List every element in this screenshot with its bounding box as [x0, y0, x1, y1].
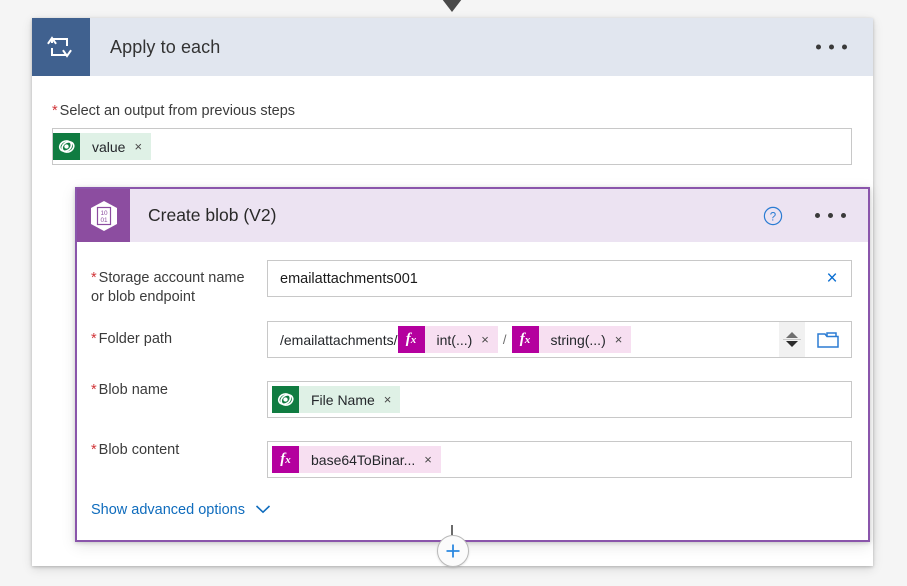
office365-outlook-icon — [53, 133, 80, 160]
function-icon: fx — [397, 326, 425, 353]
create-blob-card: 10 01 Create blob (V2) ? * Storage accou… — [75, 187, 870, 542]
function-icon: fx — [511, 326, 539, 353]
folder-path-label: * Folder path — [91, 331, 173, 347]
down-arrow-icon — [436, 0, 468, 14]
close-icon[interactable]: × — [481, 333, 489, 346]
loop-repeat-icon — [32, 18, 90, 76]
help-circle-icon[interactable]: ? — [763, 206, 783, 226]
azure-blob-storage-icon: 10 01 — [77, 189, 130, 242]
required-marker: * — [91, 442, 97, 458]
folder-icon[interactable] — [805, 322, 851, 357]
close-icon[interactable]: × — [134, 140, 142, 153]
flow-designer-canvas: Apply to each * Select an output from pre… — [0, 0, 907, 586]
token-label: File Name — [311, 391, 375, 408]
ellipsis-icon — [842, 44, 847, 50]
blob-name-box[interactable]: File Name × — [267, 381, 852, 418]
connector-stem — [451, 525, 453, 535]
add-step-button[interactable] — [437, 535, 469, 567]
apply-to-each-header[interactable]: Apply to each — [32, 18, 873, 76]
create-blob-header[interactable]: 10 01 Create blob (V2) ? — [77, 189, 868, 242]
chevron-down-icon — [255, 502, 271, 518]
close-icon[interactable]: × — [615, 333, 623, 346]
storage-account-box: × — [267, 260, 852, 297]
required-marker: * — [91, 270, 97, 286]
blob-content-box[interactable]: fx base64ToBinar... × — [267, 441, 852, 478]
create-blob-actions: ? — [763, 206, 852, 226]
required-marker: * — [91, 382, 97, 398]
folder-path-prefix: /emailattachments/ — [280, 331, 398, 348]
svg-text:01: 01 — [100, 217, 108, 224]
close-icon[interactable]: × — [813, 261, 851, 296]
storage-account-label: * Storage account name or blob endpoint — [91, 270, 245, 305]
function-icon: fx — [272, 446, 299, 473]
office365-outlook-icon — [272, 386, 299, 413]
ellipsis-icon — [816, 44, 821, 50]
blob-content-label: * Blob content — [91, 442, 180, 458]
show-advanced-options-label: Show advanced options — [91, 502, 245, 518]
field-blob-name: * Blob name File Name × — [77, 372, 868, 418]
token-label: int(...) — [436, 331, 473, 348]
folder-path-separator: / — [502, 332, 507, 347]
blob-name-label: * Blob name — [91, 382, 168, 398]
token-value[interactable]: value × — [53, 133, 152, 160]
create-blob-fields: *Storage account name or blob endpoint × — [77, 242, 868, 540]
required-marker: * — [91, 331, 97, 347]
ellipsis-icon — [829, 44, 834, 50]
field-blob-content: * Blob content fx base64ToBinar... × — [77, 432, 868, 478]
token-label: base64ToBinar... — [311, 451, 416, 468]
token-string-function[interactable]: fx string(...) × — [511, 326, 632, 353]
field-storage-account: *Storage account name or blob endpoint × — [77, 260, 868, 307]
token-label: string(...) — [550, 331, 606, 348]
select-output-label: * Select an output from previous steps — [52, 103, 296, 119]
required-marker: * — [52, 103, 58, 119]
token-label: value — [92, 138, 126, 155]
stepper-updown-icon[interactable] — [779, 322, 805, 357]
create-blob-title: Create blob (V2) — [148, 205, 277, 225]
create-blob-menu-button[interactable] — [809, 207, 852, 224]
svg-text:10: 10 — [100, 210, 108, 217]
svg-text:?: ? — [770, 211, 776, 223]
token-base64tobinary[interactable]: fx base64ToBinar... × — [272, 446, 441, 473]
select-output-input[interactable]: value × — [52, 128, 852, 165]
folder-path-box[interactable]: /emailattachments/ fx int(...) × / fx st… — [267, 321, 852, 358]
apply-to-each-body: * Select an output from previous steps va… — [32, 103, 873, 542]
plus-icon — [446, 544, 460, 558]
ellipsis-icon — [841, 213, 846, 218]
apply-to-each-title: Apply to each — [110, 36, 221, 57]
token-int-function[interactable]: fx int(...) × — [397, 326, 498, 353]
ellipsis-icon — [828, 213, 833, 218]
show-advanced-options-button[interactable]: Show advanced options — [77, 492, 271, 540]
close-icon[interactable]: × — [384, 393, 392, 406]
apply-to-each-menu-button[interactable] — [810, 39, 853, 56]
storage-account-input[interactable] — [268, 261, 813, 296]
field-folder-path: * Folder path /emailattachments/ fx int(… — [77, 321, 868, 358]
token-file-name[interactable]: File Name × — [272, 386, 401, 413]
apply-to-each-card: Apply to each * Select an output from pre… — [32, 18, 873, 566]
ellipsis-icon — [815, 213, 820, 218]
close-icon[interactable]: × — [424, 453, 432, 466]
